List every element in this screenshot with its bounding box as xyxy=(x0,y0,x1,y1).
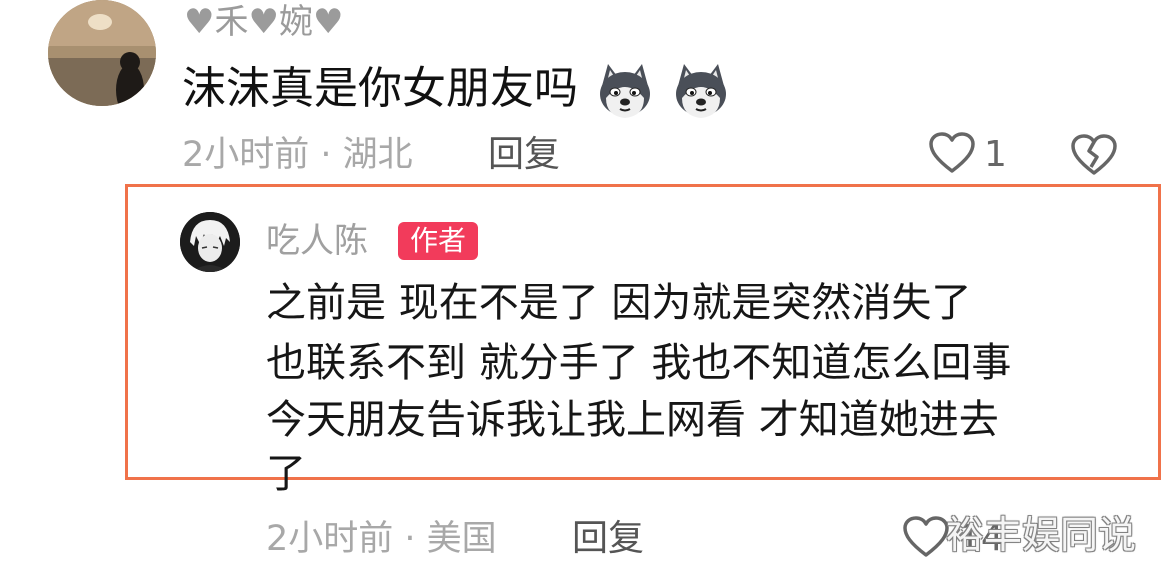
avatar[interactable] xyxy=(48,0,156,106)
wolf-face-icon xyxy=(596,62,654,120)
like-count: 1 xyxy=(984,134,1007,175)
reply-text-line: 也联系不到 就分手了 我也不知道怎么回事 xyxy=(266,340,1012,386)
dislike-button[interactable] xyxy=(1070,133,1118,181)
reply-text-line: 之前是 现在不是了 因为就是突然消失了 xyxy=(266,280,972,326)
broken-heart-icon xyxy=(1070,134,1118,181)
comment-username[interactable]: ♥禾♥婉♥ xyxy=(184,2,343,42)
heart-icon xyxy=(902,515,950,563)
comment-time-location: 2小时前 · 湖北 xyxy=(182,135,413,175)
comment-text: 沫沫真是你女朋友吗 xyxy=(182,62,730,120)
avatar-photo xyxy=(48,0,156,106)
reply-username[interactable]: 吃人陈 xyxy=(266,220,368,262)
reply-avatar[interactable] xyxy=(180,212,240,272)
reply-reply-button[interactable]: 回复 xyxy=(572,517,644,561)
reply-button[interactable]: 回复 xyxy=(488,133,560,177)
reply-time-location: 2小时前 · 美国 xyxy=(266,519,497,559)
wolf-face-icon xyxy=(672,62,730,120)
like-button[interactable]: 1 xyxy=(928,131,1007,179)
author-badge: 作者 xyxy=(398,222,479,260)
reply-text-line: 了 xyxy=(266,451,306,497)
anime-avatar-image xyxy=(180,212,240,272)
reply-text-line: 今天朋友告诉我让我上网看 才知道她进去 xyxy=(266,397,999,443)
watermark: 裕丰娱同说 xyxy=(946,513,1137,557)
comment-text-body: 沫沫真是你女朋友吗 xyxy=(182,63,578,114)
heart-icon xyxy=(928,131,976,179)
